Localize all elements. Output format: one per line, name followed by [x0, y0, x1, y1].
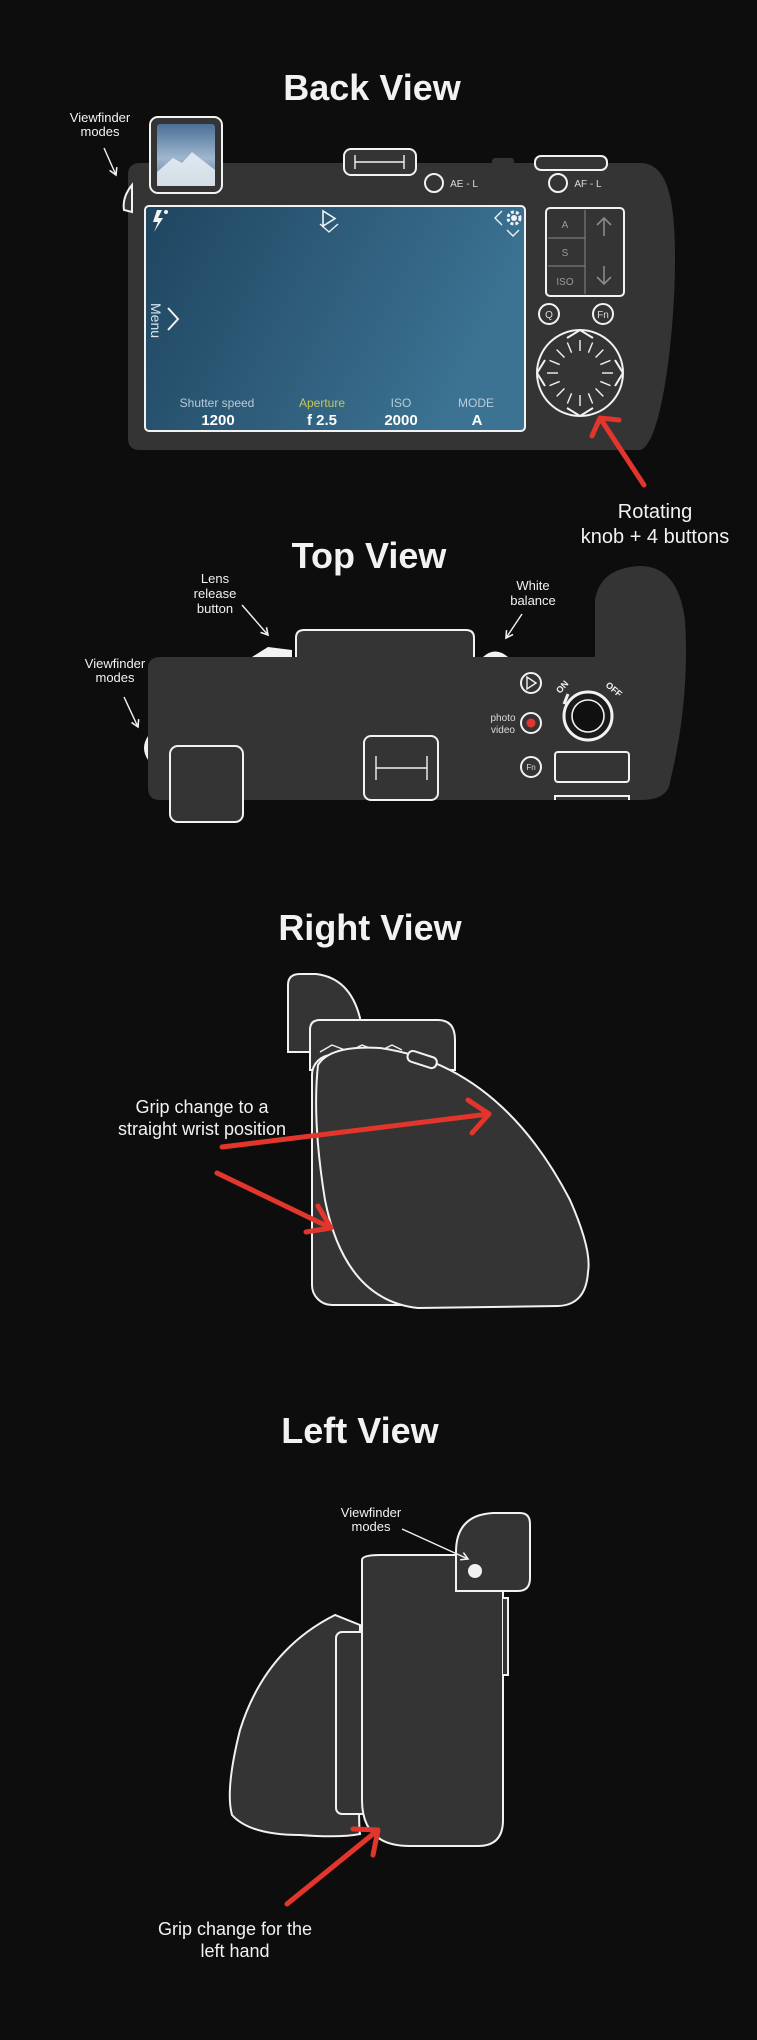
top-view: Top View photo video Fn ON OFF Lens rele… — [85, 535, 686, 823]
side-key-a[interactable]: A — [562, 220, 569, 231]
pointer-arrow-icon — [103, 147, 118, 177]
left-grip-label-line2: left hand — [200, 1941, 269, 1961]
right-view-title: Right View — [278, 907, 462, 948]
back-view-title: Back View — [283, 67, 461, 108]
top-viewfinder-line1: Viewfinder — [85, 656, 146, 671]
lens-release-line2: release — [194, 586, 237, 601]
flash-dot — [164, 210, 168, 214]
mode-value[interactable]: A — [472, 412, 483, 429]
left-grip-label-line1: Grip change for the — [158, 1919, 312, 1939]
white-balance-pointer-icon — [505, 613, 523, 640]
iso-value[interactable]: 2000 — [384, 412, 417, 429]
back-view: Back View AE - L AF - L Menu Shutter spe… — [70, 67, 729, 548]
top-viewfinder-line2: modes — [95, 670, 135, 685]
lens-release-pointer-icon — [241, 604, 270, 637]
viewfinder-label-line1: Viewfinder — [70, 110, 131, 125]
right-grip — [315, 1046, 590, 1310]
viewfinder-label-line2: modes — [80, 124, 120, 139]
viewfinder-nub[interactable] — [144, 736, 148, 760]
left-grip-red-arrow — [284, 1826, 381, 1907]
camera-views-diagram: Back View AE - L AF - L Menu Shutter spe… — [70, 67, 729, 1961]
white-balance-line2: balance — [510, 593, 556, 608]
top-fn-label: Fn — [526, 763, 535, 772]
white-balance-line1: White — [516, 578, 549, 593]
video-label: video — [491, 725, 515, 736]
af-lock-button[interactable] — [548, 173, 568, 193]
left-viewfinder-line2: modes — [351, 1519, 391, 1534]
af-lock-label: AF - L — [574, 179, 602, 190]
side-key-s[interactable]: S — [562, 248, 569, 259]
knob-label-line2: knob + 4 buttons — [581, 526, 729, 548]
left-eyecup — [455, 1512, 531, 1592]
ae-lock-button[interactable] — [424, 173, 444, 193]
top-play-button[interactable] — [520, 672, 542, 694]
menu-label[interactable]: Menu — [148, 303, 164, 338]
knob-label-line1: Rotating — [618, 501, 693, 523]
left-viewfinder-line1: Viewfinder — [341, 1505, 402, 1520]
top-display-panel — [554, 751, 630, 783]
left-view: Left View Viewfinder modes Grip change f… — [158, 1410, 531, 1961]
q-button-label: Q — [545, 310, 553, 321]
lens-release-line3: button — [197, 601, 233, 616]
ae-lock-label: AE - L — [450, 179, 478, 190]
aperture-label: Aperture — [299, 396, 345, 410]
viewfinder-mode-button[interactable] — [468, 1564, 482, 1578]
rotating-knob[interactable] — [535, 328, 625, 418]
side-port-edge — [503, 1597, 509, 1676]
eyecup-square[interactable] — [169, 745, 244, 823]
top-dial-edge — [534, 155, 608, 171]
side-key-iso[interactable]: ISO — [556, 277, 573, 288]
grip-label-line2: straight wrist position — [118, 1119, 286, 1139]
aperture-value[interactable]: f 2.5 — [307, 412, 337, 429]
lens-release-line1: Lens — [201, 571, 230, 586]
top-view-title: Top View — [292, 535, 448, 576]
top-nub — [492, 158, 514, 168]
shutter-speed-label: Shutter speed — [180, 396, 255, 410]
left-view-title: Left View — [281, 1410, 439, 1451]
prism-housing — [295, 629, 475, 657]
iso-label: ISO — [391, 396, 412, 410]
lens-release-button[interactable] — [252, 647, 292, 657]
right-view: Right View Grip change to a straight wri… — [118, 907, 590, 1310]
mode-label: MODE — [458, 396, 494, 410]
top-viewfinder-pointer-icon — [123, 696, 140, 729]
shutter-speed-value[interactable]: 1200 — [201, 412, 234, 429]
white-balance-button[interactable] — [483, 651, 508, 658]
left-strap-lug — [122, 182, 133, 214]
photo-label: photo — [490, 713, 515, 724]
grip-label-line1: Grip change to a — [135, 1097, 269, 1117]
fn-button-label: Fn — [597, 310, 609, 321]
camera-left-body — [361, 1554, 504, 1847]
power-dial-center — [571, 699, 605, 733]
record-icon — [526, 718, 536, 728]
